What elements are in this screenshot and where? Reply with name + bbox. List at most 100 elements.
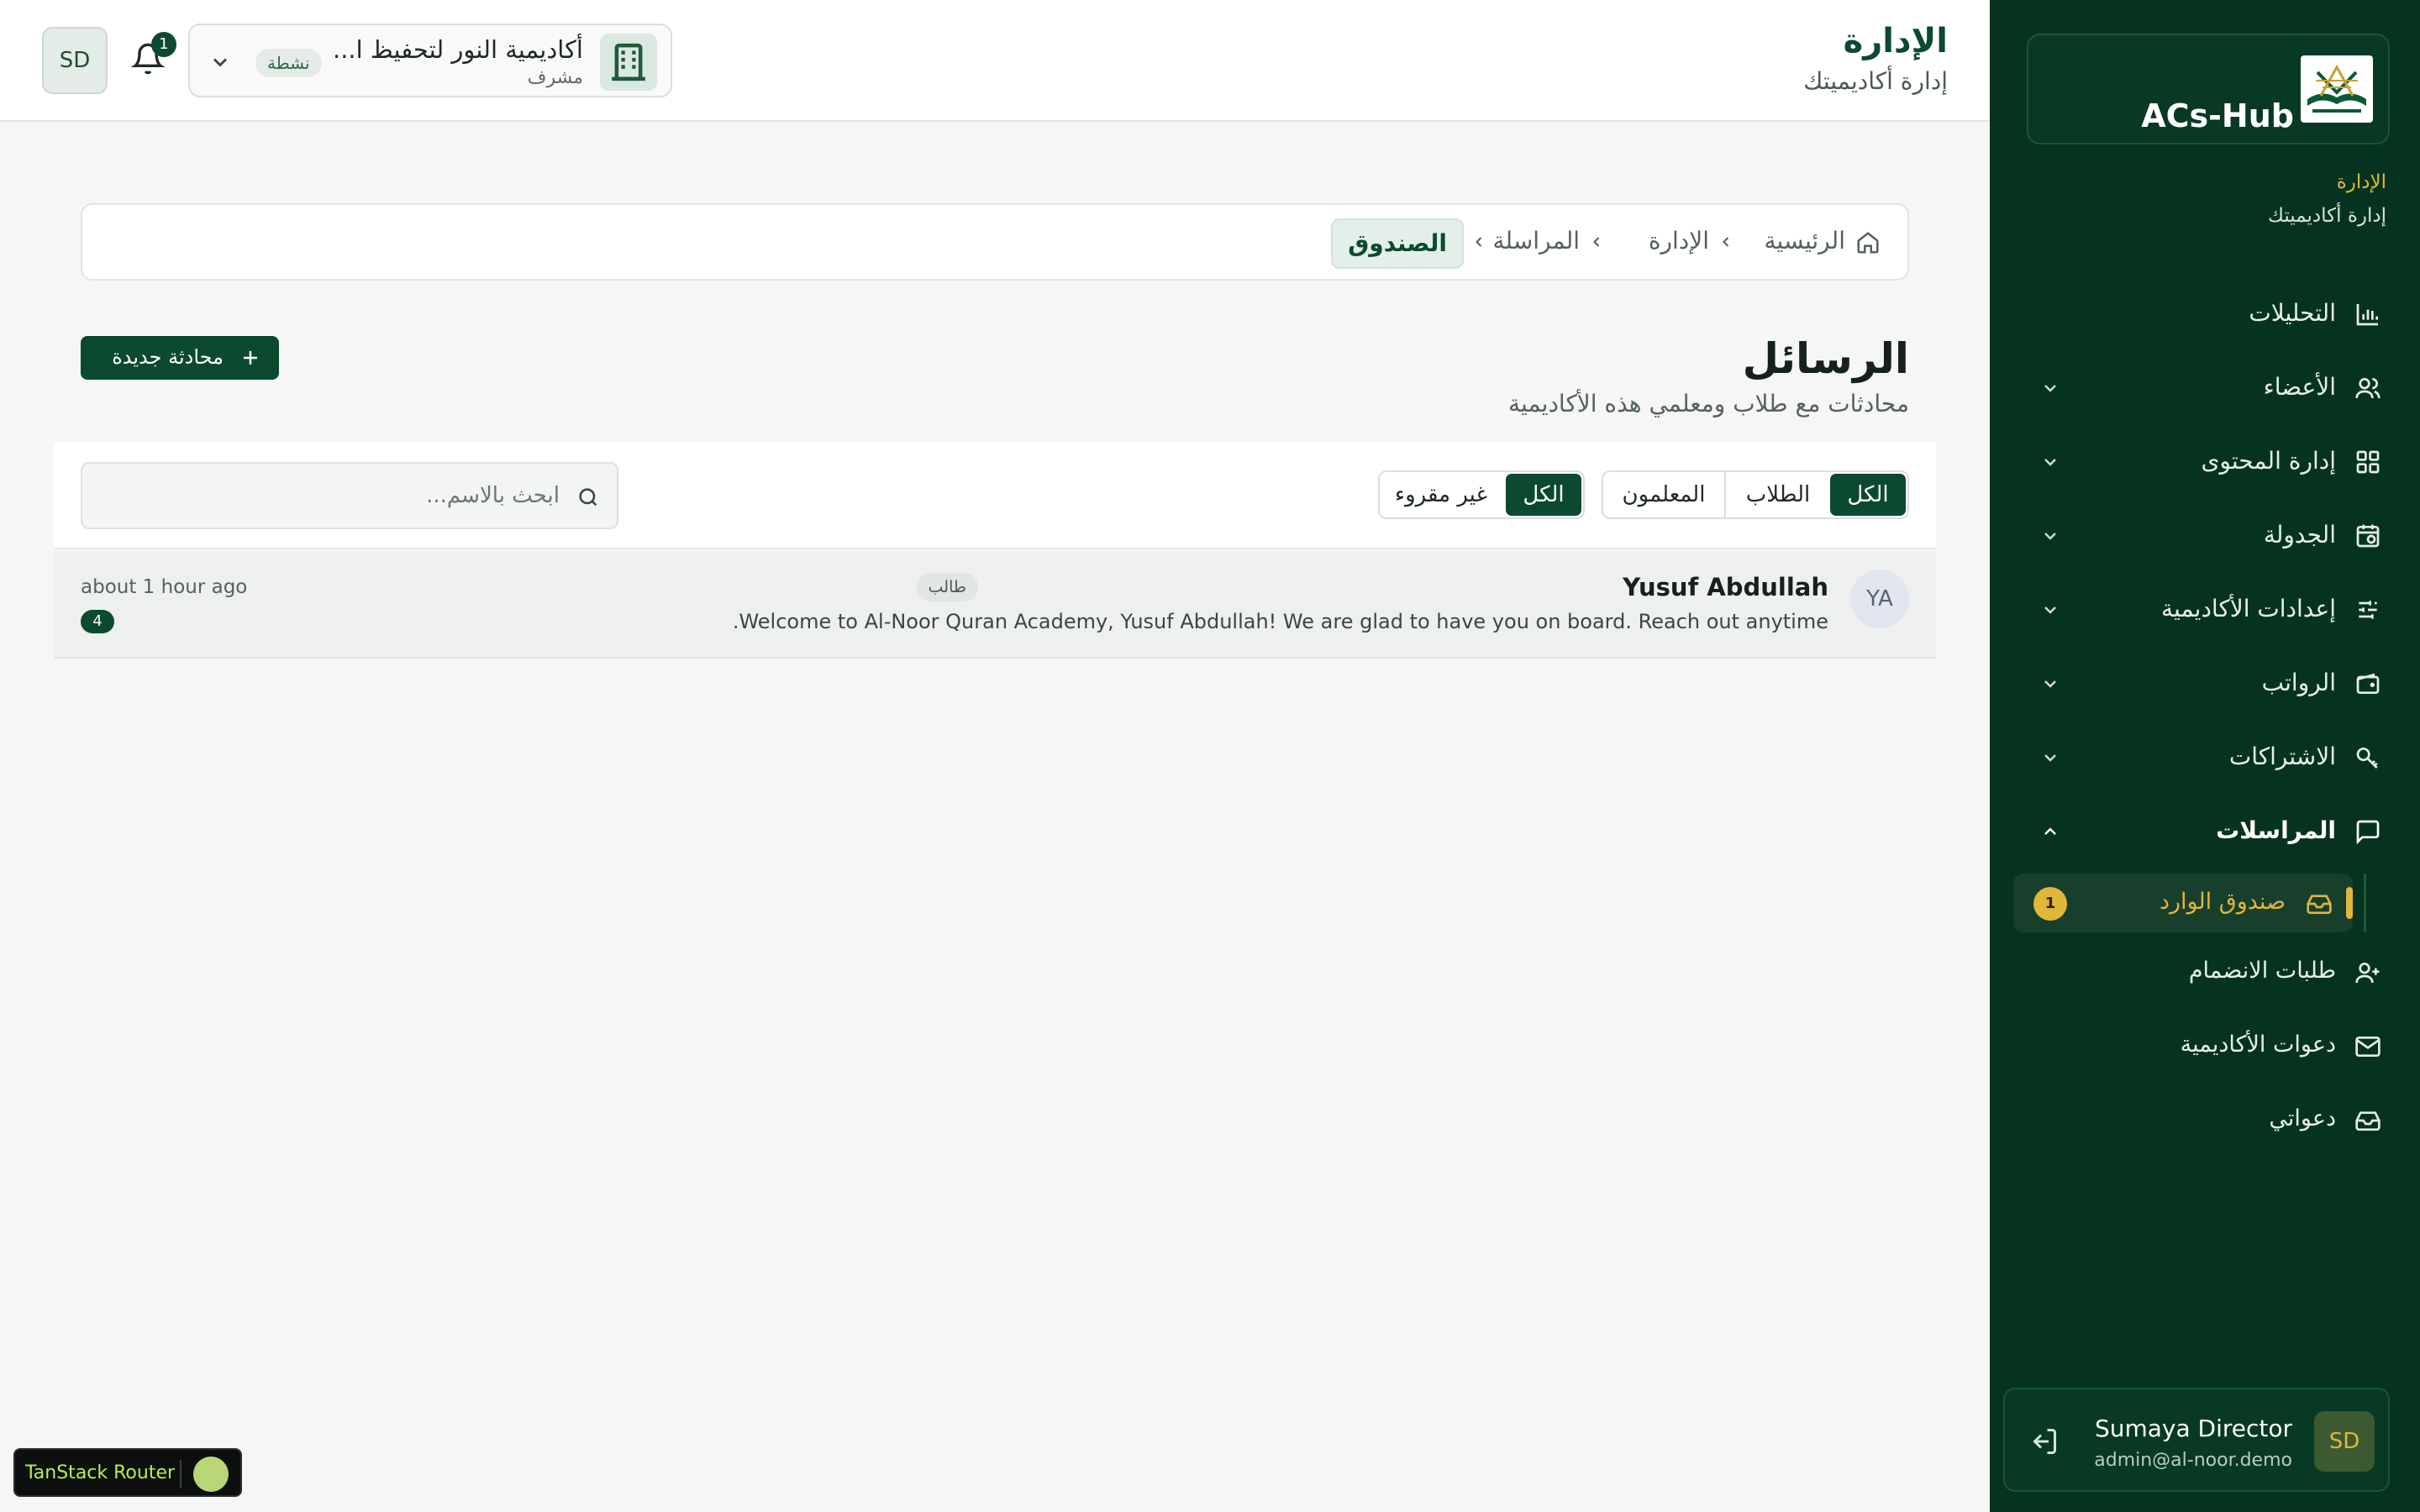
sidebar-item-label: الاشتراكات [2228, 743, 2336, 770]
search-icon [576, 486, 600, 509]
divider [180, 1460, 182, 1488]
breadcrumb-current: الصندوق [1331, 218, 1464, 269]
search-box[interactable] [81, 462, 618, 529]
active-indicator [2346, 887, 2353, 919]
sidebar-item-scheduling[interactable]: الجدولة [2027, 507, 2390, 564]
sidebar-subitem-my-invitations[interactable]: دعواتي [2027, 1092, 2390, 1149]
sidebar-subitem-academy-invitations[interactable]: دعوات الأكاديمية [2027, 1018, 2390, 1075]
sidebar-item-label: إعدادات الأكاديمية [2161, 595, 2336, 622]
sidebar-item-label: دعوات الأكاديمية [2180, 1032, 2336, 1058]
chevron-down-icon [2040, 526, 2060, 546]
logout-icon[interactable] [2028, 1426, 2059, 1457]
sidebar-item-salaries[interactable]: الرواتب [2027, 655, 2390, 712]
top-header: الإدارة إدارة أكاديميتك أكاديمية النور ل… [0, 0, 1990, 122]
filter-students[interactable]: الطلاب [1729, 472, 1827, 517]
page-subtitle: محادثات مع طلاب ومعلمي هذه الأكاديمية [1508, 390, 1909, 417]
devtools-toggle[interactable]: TanStack Router [13, 1448, 242, 1497]
message-time: about 1 hour ago [81, 576, 248, 598]
inbox-tray-icon [2354, 1107, 2381, 1134]
sidebar-item-label: المراسلات [2216, 816, 2336, 844]
sidebar-section-title: الإدارة [2336, 171, 2386, 193]
header-title: الإدارة [1843, 22, 1948, 60]
academy-name: أكاديمية النور لتحفيظ ا... [332, 35, 583, 64]
message-square-icon [2354, 818, 2381, 845]
devtools-label: TanStack Router [25, 1462, 176, 1483]
user-card[interactable]: SD Sumaya Director admin@al-noor.demo [2003, 1388, 2390, 1492]
grid-icon [2354, 449, 2381, 475]
sidebar-item-label: دعواتي [2269, 1105, 2336, 1131]
academy-switcher[interactable]: أكاديمية النور لتحفيظ ا... مشرف نشطة [188, 24, 672, 97]
sliders-icon [2354, 596, 2381, 623]
chevron-left-icon [1588, 234, 1605, 250]
sidebar-item-label: إدارة المحتوى [2201, 447, 2336, 475]
search-input[interactable] [124, 474, 561, 517]
notification-badge: 1 [151, 32, 176, 57]
audience-filter: الكل الطلاب المعلمون [1602, 470, 1909, 519]
inbox-icon [2306, 890, 2333, 917]
contact-name: Yusuf Abdullah [1623, 573, 1828, 601]
users-icon [2354, 375, 2381, 402]
chart-bar-icon [2354, 301, 2381, 328]
sidebar-item-content[interactable]: إدارة المحتوى [2027, 433, 2390, 491]
read-filter: الكل غير مقروء [1378, 470, 1585, 519]
chevron-left-icon [1470, 234, 1487, 250]
sidebar-item-analytics[interactable]: التحليلات [2027, 286, 2390, 343]
user-name: Sumaya Director [2094, 1415, 2292, 1442]
filter-bar: الكل الطلاب المعلمون الكل غير مقروء [54, 442, 1936, 549]
message-preview: Welcome to Al-Noor Quran Academy, Yusuf … [732, 610, 1828, 633]
sidebar-item-academy-settings[interactable]: إعدادات الأكاديمية [2027, 581, 2390, 638]
filter-unread[interactable]: غير مقروء [1380, 472, 1502, 517]
filter-all[interactable]: الكل [1830, 474, 1906, 516]
avatar: SD [2314, 1411, 2375, 1472]
chevron-down-icon [2040, 600, 2060, 620]
plus-icon [240, 348, 260, 368]
sidebar-item-label: التحليلات [2249, 299, 2336, 327]
tanstack-logo-icon [193, 1457, 229, 1492]
sidebar-item-label: الرواتب [2261, 669, 2336, 696]
chevron-down-icon [208, 50, 232, 74]
role-badge: طالب [916, 573, 978, 601]
subscriptions-icon [2354, 744, 2381, 771]
sidebar: ACs-Hub الإدارة إدارة أكاديميتك التحليلا… [1990, 0, 2420, 1512]
calendar-clock-icon [2354, 522, 2381, 549]
breadcrumb: الرئيسية الإدارة المراسلة الصندوق [81, 203, 1909, 281]
chevron-up-icon [2040, 822, 2060, 842]
page-title: الرسائل [1742, 334, 1909, 383]
wallet-icon [2354, 670, 2381, 697]
home-icon [1855, 230, 1881, 255]
submenu-rail [2364, 874, 2366, 932]
chevron-left-icon [1718, 234, 1734, 250]
sidebar-item-label: صندوق الوارد [2159, 889, 2286, 915]
filter-read-all[interactable]: الكل [1506, 474, 1581, 516]
building-icon [600, 34, 657, 91]
unread-badge: 1 [2033, 887, 2067, 921]
sidebar-item-label: الجدولة [2263, 521, 2336, 549]
breadcrumb-messaging[interactable]: المراسلة [1493, 227, 1580, 255]
conversation-row[interactable]: YA Yusuf Abdullah طالب Welcome to Al-Noo… [54, 551, 1936, 659]
user-plus-icon [2354, 959, 2381, 986]
brand-name: ACs-Hub [2141, 97, 2294, 134]
new-conversation-label: محادثة جديدة [112, 345, 224, 369]
chevron-down-icon [2040, 378, 2060, 398]
quran-logo-icon [2301, 55, 2373, 123]
new-conversation-button[interactable]: محادثة جديدة [81, 336, 279, 380]
chevron-down-icon [2040, 674, 2060, 694]
sidebar-item-subscriptions[interactable]: الاشتراكات [2027, 729, 2390, 786]
header-subtitle: إدارة أكاديميتك [1803, 67, 1948, 95]
avatar[interactable]: SD [42, 27, 108, 94]
filter-teachers[interactable]: المعلمون [1603, 472, 1726, 517]
brand-card[interactable]: ACs-Hub [2027, 34, 2390, 144]
sidebar-subitem-join-requests[interactable]: طلبات الانضمام [2027, 944, 2390, 1001]
user-email: admin@al-noor.demo [2094, 1450, 2292, 1471]
unread-count-badge: 4 [81, 610, 114, 633]
breadcrumb-home[interactable]: الرئيسية [1765, 227, 1845, 255]
status-badge: نشطة [255, 49, 322, 77]
sidebar-subitem-inbox[interactable]: صندوق الوارد 1 [2013, 874, 2353, 932]
sidebar-item-members[interactable]: الأعضاء [2027, 360, 2390, 417]
sidebar-item-label: الأعضاء [2263, 373, 2336, 401]
chevron-down-icon [2040, 748, 2060, 768]
sidebar-item-messaging[interactable]: المراسلات [2027, 803, 2390, 860]
breadcrumb-admin[interactable]: الإدارة [1649, 227, 1709, 255]
sidebar-section-subtitle: إدارة أكاديميتك [2267, 205, 2386, 227]
chevron-down-icon [2040, 452, 2060, 472]
